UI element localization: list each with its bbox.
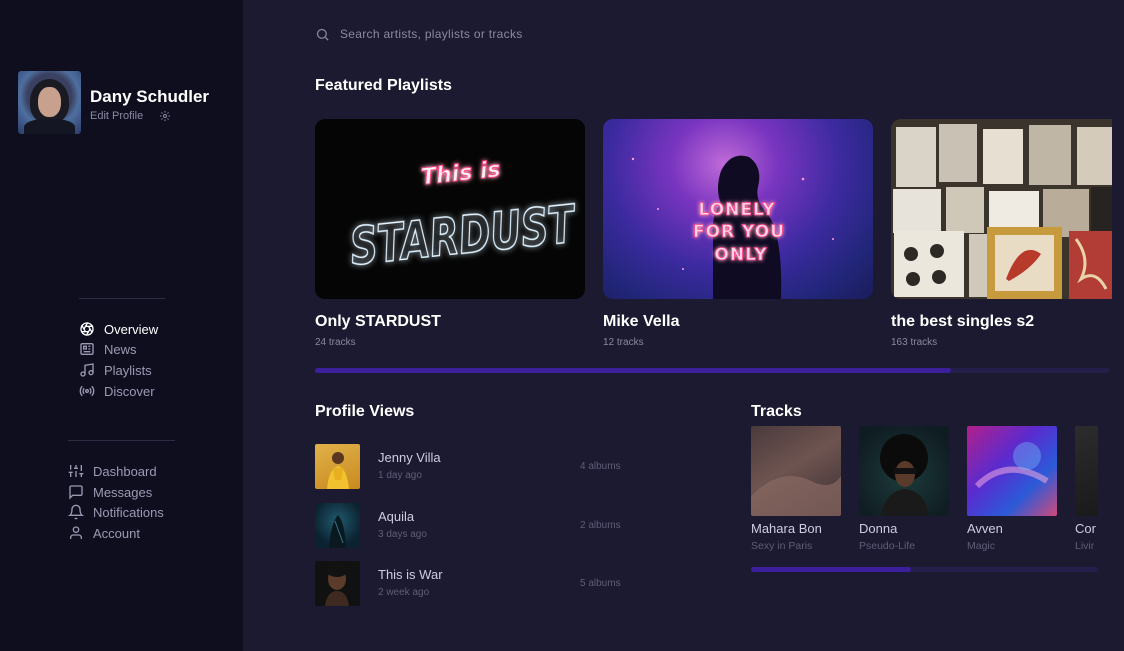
profile-view-albums: 5 albums: [580, 578, 621, 589]
sidebar-divider: [68, 440, 175, 441]
avatar: [315, 561, 360, 606]
sliders-icon: [68, 465, 84, 477]
track-title: Donna: [859, 521, 898, 536]
search-icon: [316, 28, 329, 41]
nav-item-overview[interactable]: Overview: [79, 321, 158, 337]
playlist-track-count: 24 tracks: [315, 337, 356, 348]
cover-text-main: STARDUST: [347, 194, 580, 277]
sidebar: Dany Schudler Edit Profile Overview News…: [0, 0, 243, 651]
track-cover-image: [967, 426, 1057, 516]
track-title: Cor: [1075, 521, 1096, 536]
profile-view-albums: 4 albums: [580, 461, 621, 472]
track-card[interactable]: Donna Pseudo-Life: [859, 426, 951, 552]
cover-text-line-2: FOR YOU: [693, 222, 785, 242]
user-icon: [70, 526, 82, 539]
track-card[interactable]: Mahara Bon Sexy in Paris: [751, 426, 843, 552]
profile-view-row[interactable]: This is War 2 week ago 5 albums: [315, 561, 645, 606]
featured-scrollbar-thumb[interactable]: [315, 368, 951, 373]
nav-label: Notifications: [93, 504, 164, 520]
profile-view-time: 3 days ago: [378, 529, 427, 540]
tracks-title: Tracks: [751, 403, 802, 420]
playlist-card-best-singles[interactable]: [891, 119, 1112, 299]
track-subtitle: Livir: [1075, 540, 1095, 552]
edit-profile-link[interactable]: Edit Profile: [90, 110, 143, 122]
track-cover-image: [751, 426, 841, 516]
playlist-track-count: 12 tracks: [603, 337, 644, 348]
aperture-icon: [80, 322, 94, 336]
profile-view-albums: 2 albums: [580, 520, 621, 531]
playlist-cover-image: This is STARDUST: [346, 157, 580, 279]
nav-item-dashboard[interactable]: Dashboard: [68, 463, 157, 479]
nav-label: News: [104, 341, 137, 357]
playlist-title[interactable]: Mike Vella: [603, 313, 680, 331]
nav-item-playlists[interactable]: Playlists: [79, 362, 152, 378]
track-card[interactable]: Cor Livir: [1075, 426, 1098, 552]
user-name: Dany Schudler: [90, 87, 210, 106]
search-bar[interactable]: [315, 25, 715, 43]
nav-label: Discover: [104, 383, 155, 399]
nav-item-messages[interactable]: Messages: [68, 484, 152, 500]
cover-text-line-1: LONELY: [698, 200, 775, 220]
playlist-card-mike-vella[interactable]: LONELY FOR YOU ONLY: [603, 119, 873, 299]
bell-icon: [68, 504, 84, 520]
playlist-track-count: 163 tracks: [891, 337, 938, 348]
radio-icon: [79, 385, 95, 397]
sidebar-divider: [79, 298, 165, 299]
track-title: Mahara Bon: [751, 521, 822, 536]
profile-views-title: Profile Views: [315, 403, 415, 420]
playlist-cover-image: LONELY FOR YOU ONLY: [631, 155, 834, 299]
cover-text-top: This is: [420, 157, 502, 190]
track-card[interactable]: Avven Magic: [967, 426, 1059, 552]
nav-item-account[interactable]: Account: [68, 525, 140, 541]
nav-item-news[interactable]: News: [79, 341, 137, 357]
gear-icon[interactable]: [159, 110, 171, 122]
playlist-cover-image: [891, 119, 1112, 299]
playlist-title[interactable]: the best singles s2: [891, 313, 1034, 331]
avatar[interactable]: [18, 71, 81, 134]
track-title: Avven: [967, 521, 1003, 536]
tracks-scrollbar[interactable]: [751, 567, 1098, 572]
newspaper-icon: [80, 343, 94, 355]
chat-icon: [69, 485, 83, 500]
nav-item-discover[interactable]: Discover: [79, 383, 155, 399]
nav-label: Dashboard: [93, 463, 157, 479]
nav-label: Playlists: [104, 362, 152, 378]
profile-view-name: Jenny Villa: [378, 450, 441, 465]
track-subtitle: Pseudo-Life: [859, 540, 916, 552]
playlist-title[interactable]: Only STARDUST: [315, 313, 441, 331]
featured-scrollbar[interactable]: [315, 368, 1110, 373]
profile-view-row[interactable]: Aquila 3 days ago 2 albums: [315, 503, 645, 548]
playlist-card-stardust[interactable]: This is STARDUST: [315, 119, 585, 299]
avatar: [315, 444, 360, 489]
track-cover-image: [859, 426, 949, 516]
featured-playlists-title: Featured Playlists: [315, 77, 452, 94]
tracks-carousel: Mahara Bon Sexy in Paris Donna Pseudo-Li…: [751, 426, 1098, 556]
profile-view-time: 1 day ago: [378, 470, 422, 481]
music-note-icon: [80, 363, 94, 377]
profile-view-time: 2 week ago: [378, 587, 430, 598]
profile-view-row[interactable]: Jenny Villa 1 day ago 4 albums: [315, 444, 645, 489]
track-cover-image: [1075, 426, 1098, 516]
nav-item-notifications[interactable]: Notifications: [68, 504, 164, 520]
profile-view-name: Aquila: [378, 509, 415, 524]
search-input[interactable]: [340, 27, 700, 41]
track-subtitle: Sexy in Paris: [751, 540, 813, 552]
track-subtitle: Magic: [967, 540, 996, 552]
nav-label: Account: [93, 525, 140, 541]
tracks-scrollbar-thumb[interactable]: [751, 567, 911, 572]
profile-view-name: This is War: [378, 567, 443, 582]
avatar: [315, 503, 360, 548]
cover-text-line-3: ONLY: [714, 245, 767, 265]
nav-label: Messages: [93, 484, 153, 500]
nav-label: Overview: [104, 321, 159, 337]
